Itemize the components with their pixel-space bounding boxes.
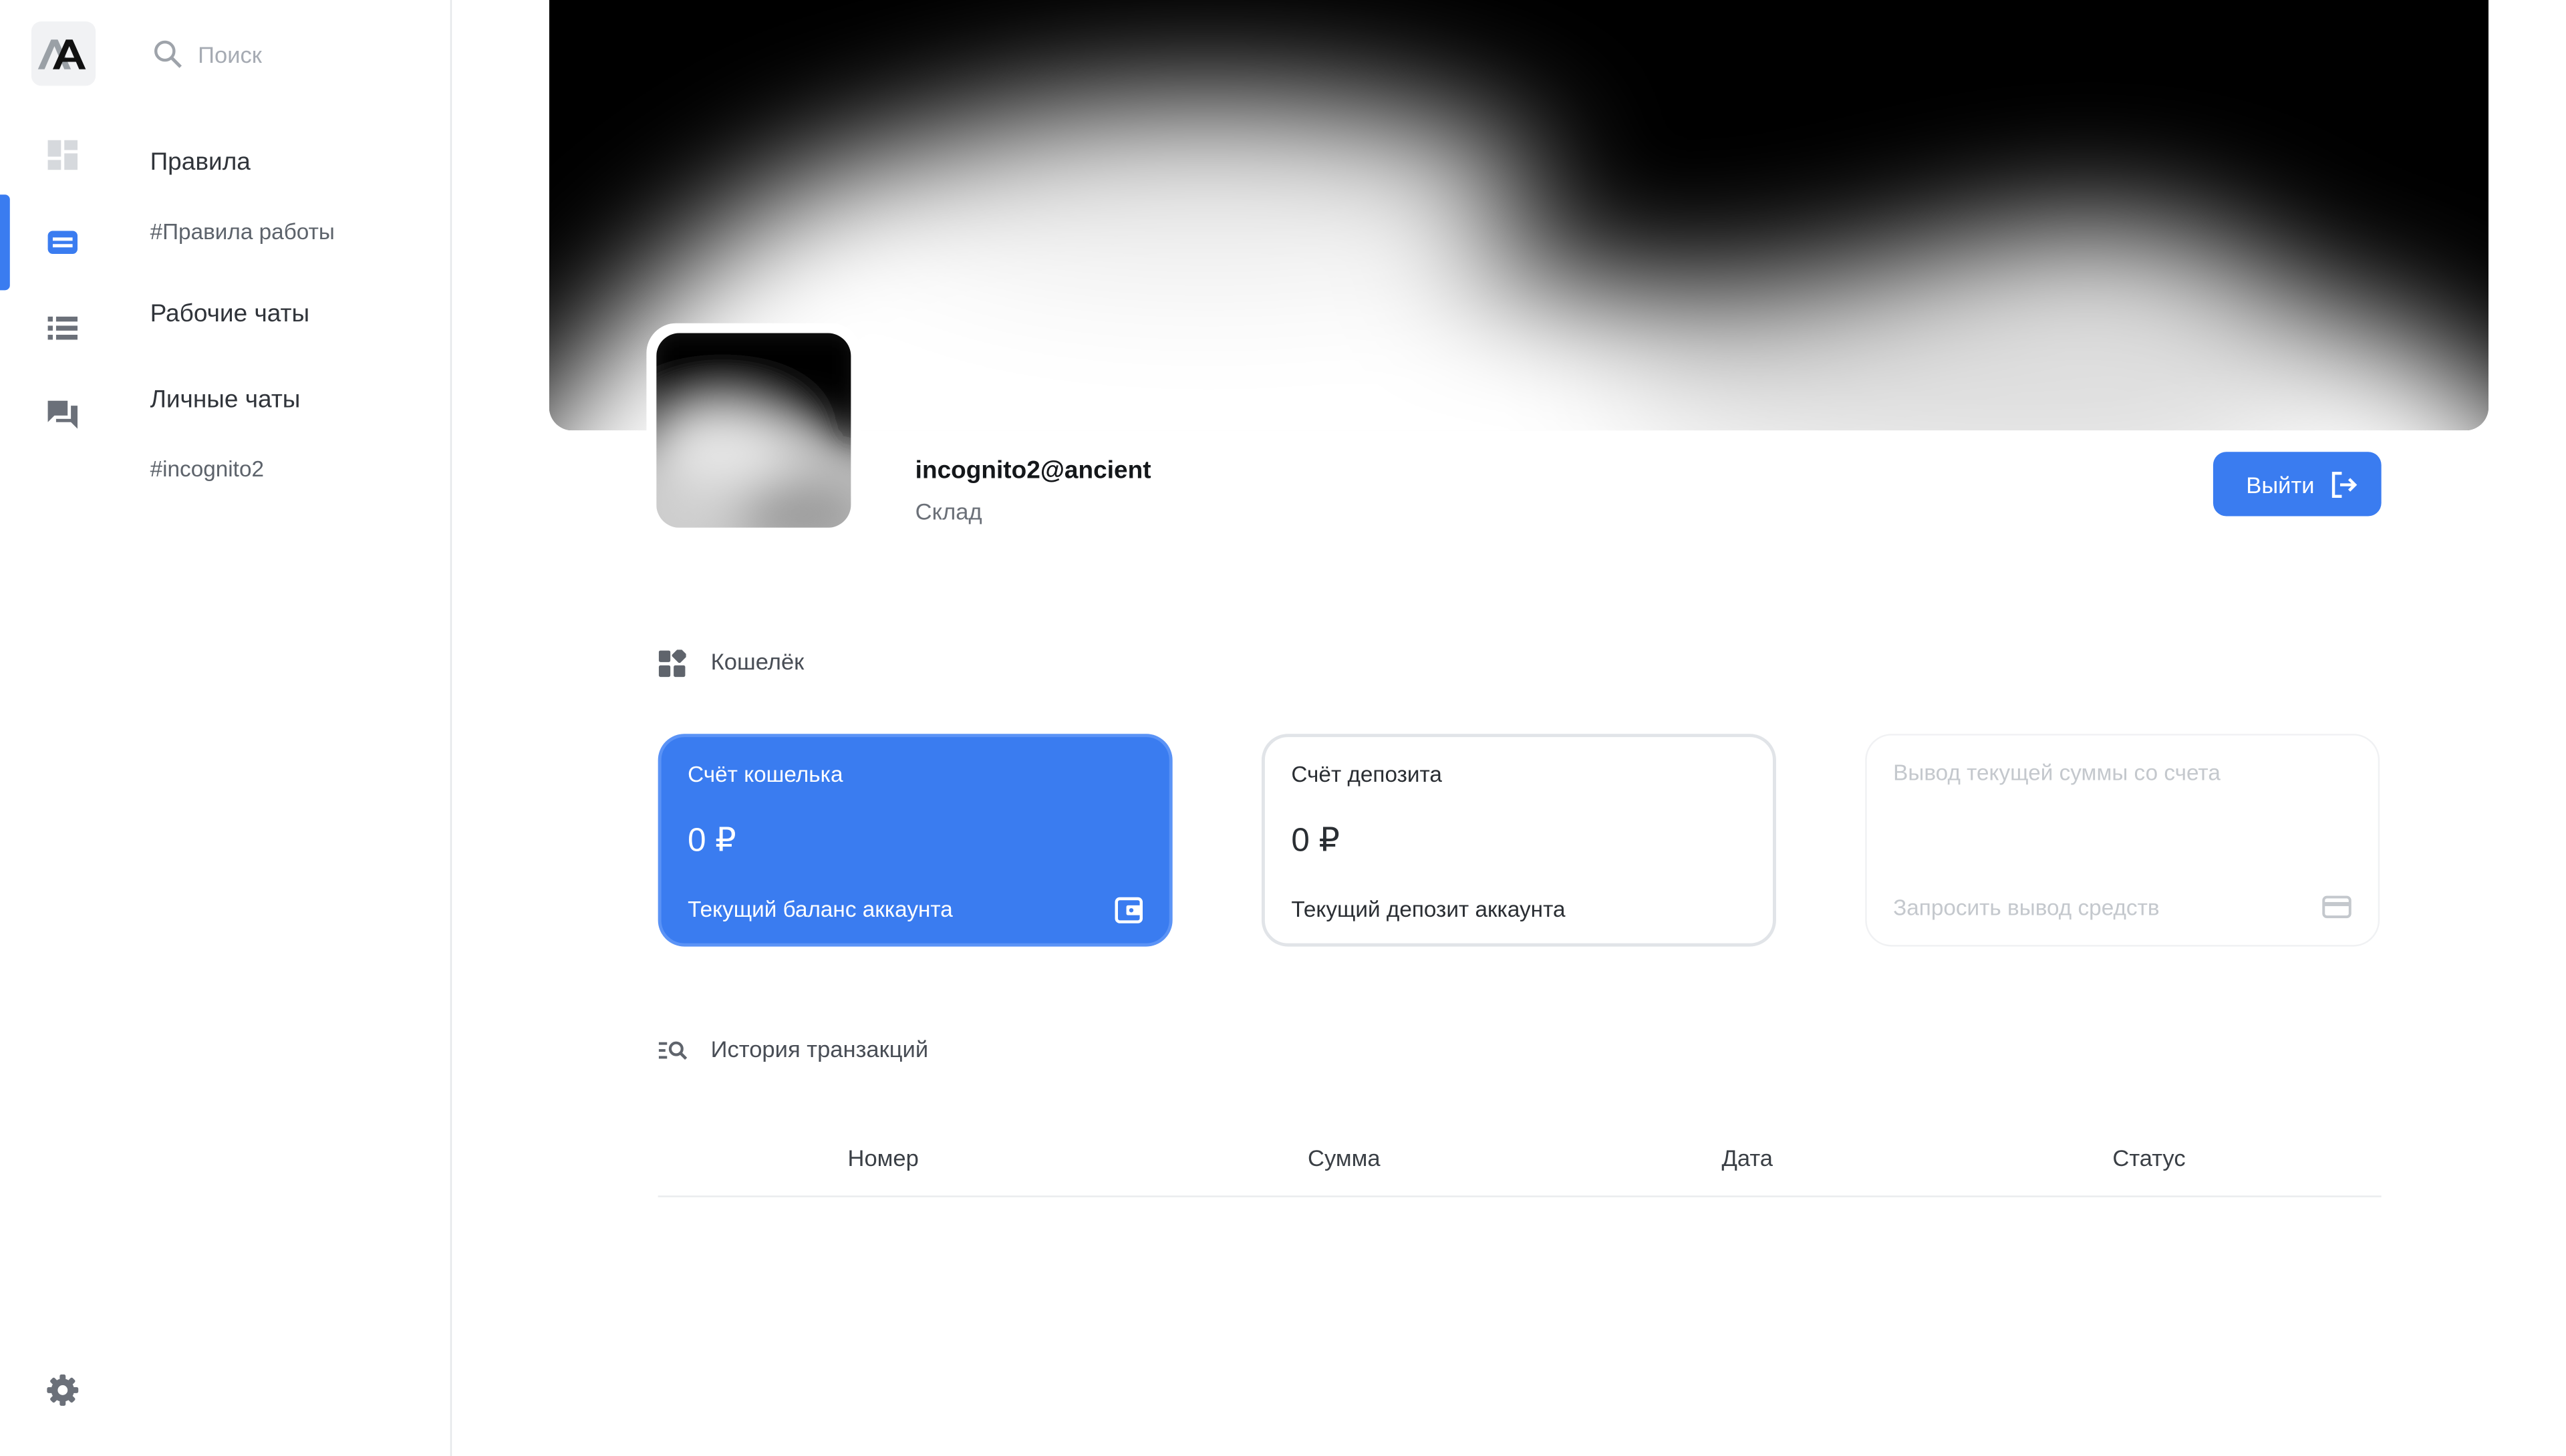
- logout-button[interactable]: Выйти: [2213, 452, 2382, 517]
- search-box: [154, 36, 434, 73]
- section-work-chats[interactable]: Рабочие чаты: [150, 300, 309, 328]
- column-header-number[interactable]: Номер: [848, 1145, 919, 1171]
- wallet-icon: [1115, 897, 1143, 923]
- card-title: Счёт кошелька: [688, 762, 843, 787]
- gear-icon: [47, 1374, 79, 1406]
- dashboard-icon: [47, 140, 78, 170]
- nav-dashboard[interactable]: [0, 107, 128, 202]
- app-logo[interactable]: [31, 21, 96, 86]
- avatar[interactable]: [656, 333, 851, 528]
- section-personal-chats[interactable]: Личные чаты: [150, 386, 301, 414]
- search-list-icon: [658, 1041, 688, 1060]
- profile-role: Склад: [915, 498, 982, 525]
- channel-incognito2[interactable]: #incognito2: [150, 457, 264, 482]
- card-amount: 0 ₽: [1291, 823, 1340, 859]
- search-input[interactable]: [198, 36, 429, 73]
- wallet-card-icon: [47, 231, 78, 255]
- wallet-balance-card[interactable]: Счёт кошелька 0 ₽ Текущий баланс аккаунт…: [658, 734, 1173, 947]
- logout-label: Выйти: [2246, 471, 2315, 498]
- deposit-card: Счёт депозита 0 ₽ Текущий депозит аккаун…: [1261, 734, 1776, 947]
- nav-settings[interactable]: [0, 1342, 128, 1438]
- table-header-divider: [658, 1195, 2382, 1197]
- profile-username: incognito2@ancient: [915, 456, 1151, 485]
- section-rules[interactable]: Правила: [150, 148, 251, 176]
- logo-icon: [37, 39, 86, 69]
- logout-icon: [2331, 472, 2358, 498]
- chat-icon: [47, 400, 78, 429]
- card-subtitle: Текущий депозит аккаунта: [1291, 897, 1566, 922]
- avatar-image: [656, 333, 851, 528]
- card-subtitle: Текущий баланс аккаунта: [688, 897, 953, 922]
- column-header-status[interactable]: Статус: [2112, 1145, 2185, 1171]
- avatar-frame: [646, 323, 861, 538]
- nav-wallet[interactable]: [0, 194, 128, 291]
- nav-chats[interactable]: [0, 366, 128, 462]
- column-header-amount[interactable]: Сумма: [1308, 1145, 1381, 1171]
- credit-card-icon: [2322, 895, 2351, 919]
- card-amount: 0 ₽: [688, 823, 736, 859]
- nav-list[interactable]: [0, 281, 128, 376]
- channels-sidebar: Правила #Правила работы Рабочие чаты Лич…: [128, 0, 452, 1456]
- list-icon: [47, 316, 78, 340]
- card-title: Счёт депозита: [1291, 762, 1442, 787]
- transactions-section-title: История транзакций: [710, 1035, 929, 1062]
- widgets-icon: [658, 649, 686, 678]
- channel-rules-work[interactable]: #Правила работы: [150, 219, 335, 244]
- card-subtitle: Запросить вывод средств: [1893, 895, 2160, 921]
- withdraw-card[interactable]: Вывод текущей суммы со счета Запросить в…: [1865, 734, 2380, 947]
- column-header-date[interactable]: Дата: [1721, 1145, 1773, 1171]
- wallet-section-title: Кошелёк: [710, 647, 805, 675]
- icon-rail: [0, 0, 130, 1456]
- card-title: Вывод текущей суммы со счета: [1893, 760, 2221, 785]
- search-icon: [154, 40, 182, 68]
